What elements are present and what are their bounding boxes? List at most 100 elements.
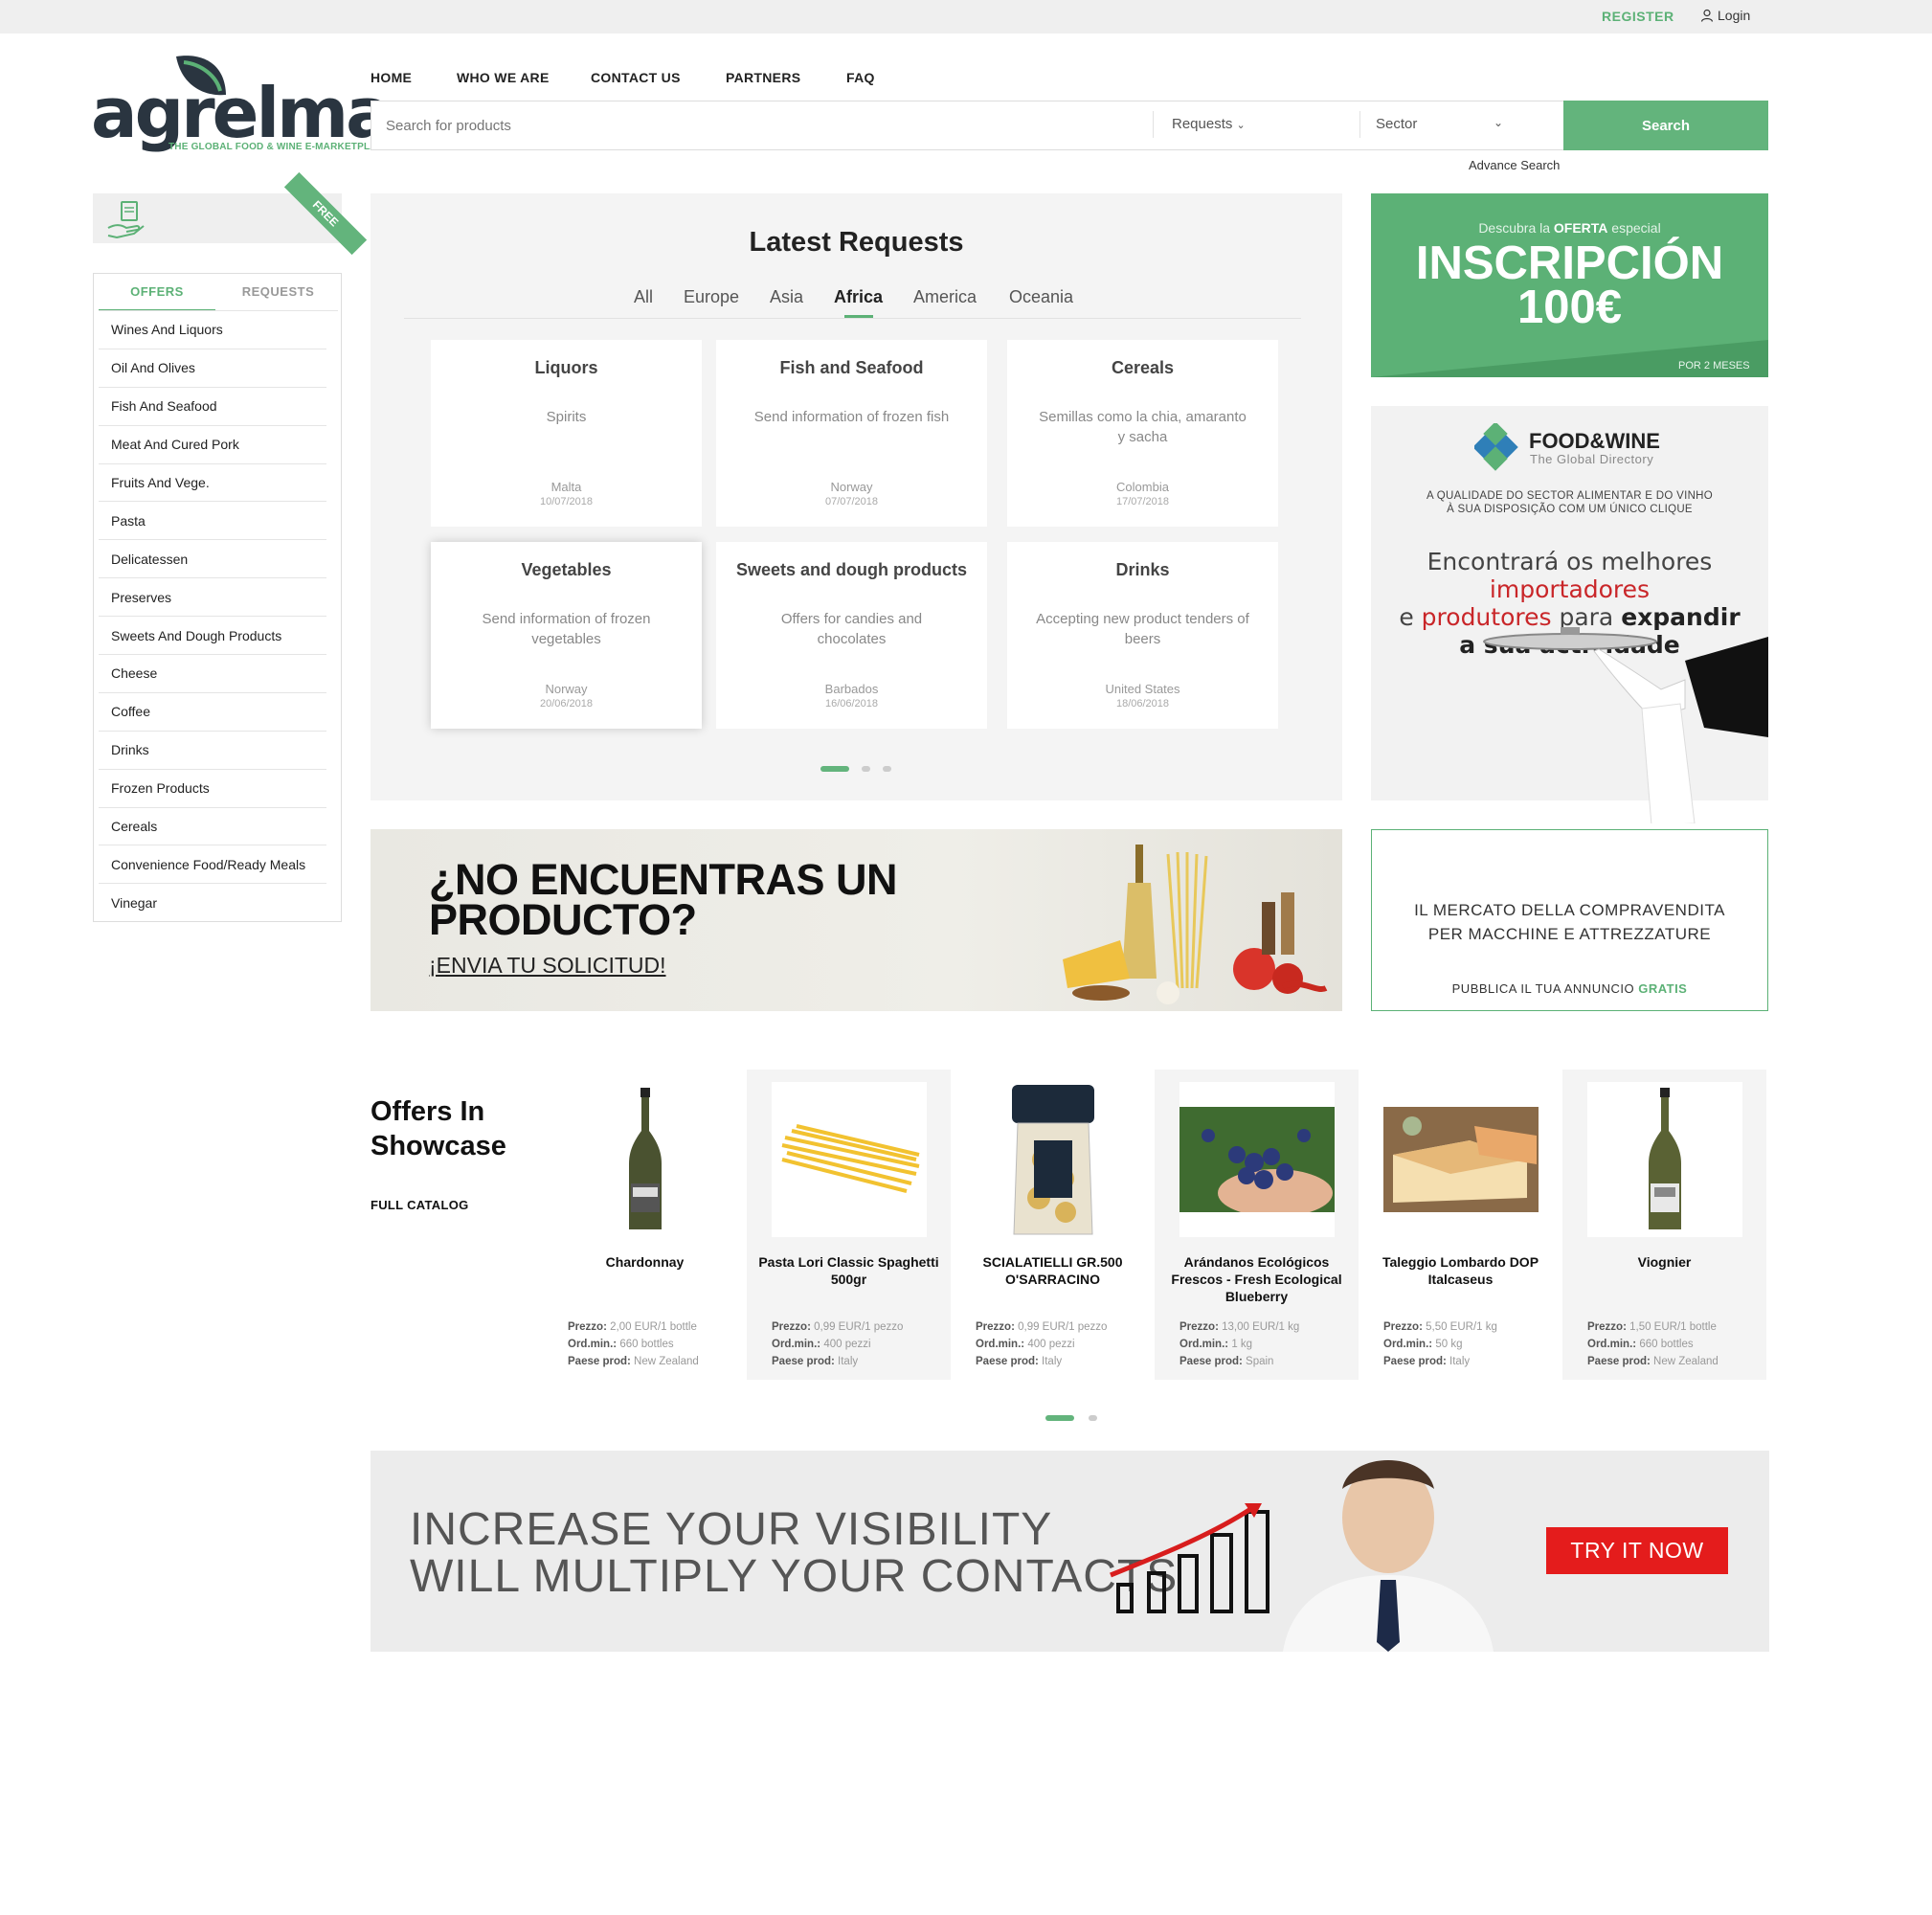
carousel-dot[interactable] [1089,1415,1097,1421]
product-card[interactable]: Pasta Lori Classic Spaghetti 500gr Prezz… [747,1070,951,1380]
tab-requests[interactable]: REQUESTS [218,284,338,299]
request-title: Liquors [534,358,598,377]
product-name: Arándanos Ecológicos Frescos - Fresh Eco… [1171,1254,1342,1304]
request-card[interactable]: Cereals Semillas como la chia, amaranto … [1007,340,1278,527]
request-country: United States [1105,682,1180,696]
category-item[interactable]: Sweets And Dough Products [99,617,326,656]
request-country: Barbados [824,682,879,696]
food-wine-title: FOOD&WINE [1529,429,1660,453]
food-wine-subtitle: The Global Directory [1530,452,1654,466]
machinery-market-cta: PUBBLICA IL TUA ANNUNCIO GRATIS [1451,981,1688,996]
request-card[interactable]: Drinks Accepting new product tenders of … [1007,542,1278,729]
request-type-select[interactable]: Requests ⌄ [1172,116,1246,132]
category-item[interactable]: Preserves [99,578,326,618]
product-name: Taleggio Lombardo DOP Italcaseus [1382,1254,1539,1287]
nav-contact-us[interactable]: CONTACT US [591,70,681,85]
request-banner-headline: ¿NO ENCUENTRAS UN PRODUCTO? [429,855,898,944]
cheese-icon [1383,1107,1539,1212]
advance-search-link[interactable]: Advance Search [1469,158,1560,172]
region-tab-all[interactable]: All [634,287,653,307]
send-request-link[interactable]: ¡ENVIA TU SOLICITUD! [429,953,666,979]
active-region-indicator [844,315,873,318]
product-name: SCIALATIELLI GR.500 O'SARRACINO [982,1254,1123,1287]
product-card[interactable]: Viognier Prezzo: 1,50 EUR/1 bottle Ord.m… [1562,1070,1766,1380]
region-tab-europe[interactable]: Europe [684,287,739,307]
category-item[interactable]: Convenience Food/Ready Meals [99,845,326,885]
region-tab-asia[interactable]: Asia [770,287,803,307]
category-item[interactable]: Fruits And Vege. [99,464,326,503]
request-country: Norway [830,480,873,494]
request-description: Spirits [546,409,587,425]
full-catalog-link[interactable]: FULL CATALOG [371,1198,469,1212]
category-item[interactable]: Drinks [99,732,326,770]
register-link[interactable]: REGISTER [1602,9,1674,24]
request-title: Drinks [1115,560,1170,579]
request-card[interactable]: Fish and Seafood Send information of fro… [716,340,987,527]
search-button[interactable]: Search [1563,101,1768,150]
category-item[interactable]: Wines And Liquors [99,311,326,349]
product-image [976,1082,1131,1237]
user-icon[interactable] [1700,9,1714,22]
category-item[interactable]: Meat And Cured Pork [99,426,326,464]
try-it-now-button[interactable]: TRY IT NOW [1546,1527,1728,1574]
category-item[interactable]: Vinegar [99,884,326,922]
request-card[interactable]: Vegetables Send information of frozen ve… [431,542,702,729]
carousel-dot[interactable] [883,766,891,772]
logo-tagline: THE GLOBAL FOOD & WINE E-MARKETPLACE [168,142,392,152]
product-card[interactable]: Taleggio Lombardo DOP Italcaseus Prezzo:… [1359,1070,1562,1380]
request-title: Sweets and dough products [735,560,967,579]
request-date: 07/07/2018 [824,496,879,507]
request-card[interactable]: Liquors Spirits Malta 10/07/2018 [431,340,702,527]
product-details: Prezzo: 1,50 EUR/1 bottle Ord.min.: 660 … [1587,1321,1719,1367]
nav-partners[interactable]: PARTNERS [726,70,800,85]
nav-faq[interactable]: FAQ [846,70,875,85]
request-date: 20/06/2018 [539,698,594,710]
category-item[interactable]: Cheese [99,655,326,693]
nav-who-we-are[interactable]: WHO WE ARE [457,70,550,85]
product-details: Prezzo: 0,99 EUR/1 pezzo Ord.min.: 400 p… [976,1321,1108,1367]
chevron-down-icon: ⌄ [1236,120,1246,131]
businessman-growth-chart-illustration [1110,1460,1494,1652]
carousel-dot[interactable] [862,766,870,772]
product-details: Prezzo: 0,99 EUR/1 pezzo Ord.min.: 400 p… [772,1321,904,1367]
product-details: Prezzo: 13,00 EUR/1 kg Ord.min.: 1 kg Pa… [1179,1321,1300,1367]
carousel-dot-active[interactable] [1045,1415,1074,1421]
waiter-tray-illustration [1483,627,1768,823]
category-list: Wines And Liquors Oil And Olives Fish An… [99,311,326,922]
region-tab-oceania[interactable]: Oceania [1009,287,1073,307]
request-card[interactable]: Sweets and dough products Offers for can… [716,542,987,729]
product-image [772,1082,927,1237]
category-item[interactable]: Coffee [99,693,326,732]
nav-home[interactable]: HOME [371,70,412,85]
product-image [1587,1082,1742,1237]
category-item[interactable]: Pasta [99,502,326,541]
category-item[interactable]: Oil And Olives [99,349,326,388]
chevron-down-icon[interactable]: ⌄ [1494,116,1503,129]
tab-offers[interactable]: OFFERS [99,284,215,311]
product-card[interactable]: Arándanos Ecológicos Frescos - Fresh Eco… [1155,1070,1359,1380]
search-input[interactable] [386,118,1133,134]
search-divider [1153,111,1154,138]
login-link[interactable]: Login [1718,8,1750,23]
region-tab-africa[interactable]: Africa [834,287,883,307]
request-description: Send information of frozen vegetables [482,611,651,647]
sector-select[interactable]: Sector [1376,116,1417,132]
banner-footnote: POR 2 MESES [1678,360,1750,372]
request-date: 10/07/2018 [539,496,594,507]
product-card[interactable]: SCIALATIELLI GR.500 O'SARRACINO Prezzo: … [951,1070,1155,1380]
product-image [568,1082,723,1237]
carousel-dot-active[interactable] [820,766,849,772]
category-item[interactable]: Frozen Products [99,770,326,808]
region-tab-america[interactable]: America [913,287,977,307]
product-card[interactable]: Chardonnay Prezzo: 2,00 EUR/1 bottle Ord… [543,1070,747,1380]
request-description: Offers for candies and chocolates [780,611,923,647]
wine-bottle-icon [629,1088,662,1229]
category-item[interactable]: Fish And Seafood [99,388,326,426]
category-item[interactable]: Cereals [99,808,326,846]
request-country: Colombia [1116,480,1169,494]
logo-wordmark[interactable]: agrelma [91,79,393,147]
product-name: Chardonnay [605,1254,685,1270]
category-item[interactable]: Delicatessen [99,540,326,579]
food-wine-tagline: A QUALIDADE DO SECTOR ALIMENTAR E DO VIN… [1426,490,1714,502]
request-title: Cereals [1111,358,1175,377]
